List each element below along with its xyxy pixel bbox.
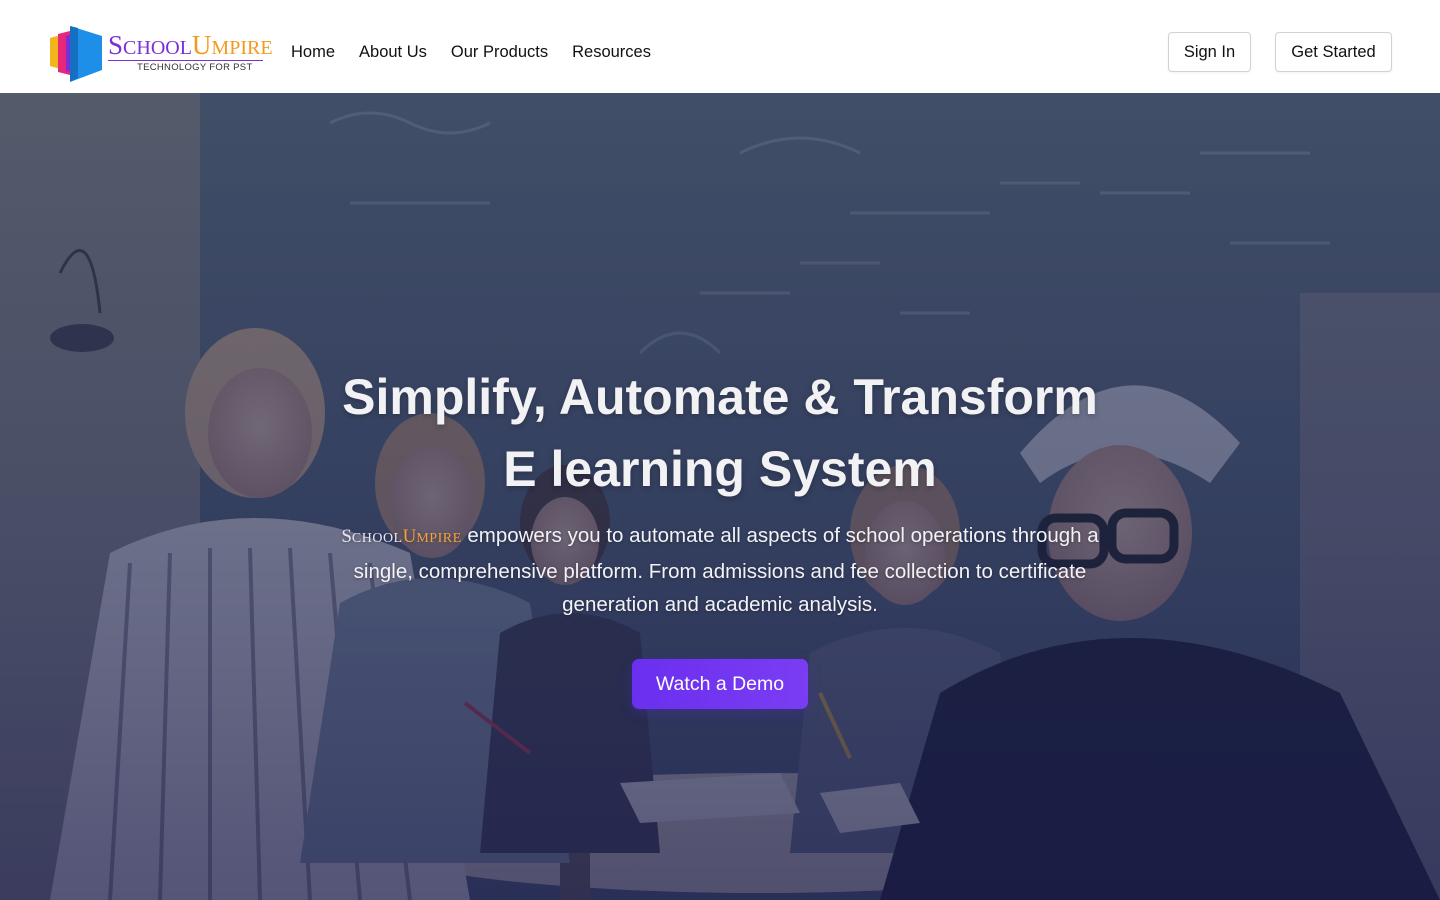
nav-our-products[interactable]: Our Products — [451, 42, 548, 62]
hero-brand-inline: SCHOOLUMPIRE — [341, 526, 462, 547]
logo-mark-icon — [50, 26, 102, 82]
logo-tagline: TECHNOLOGY FOR PST — [137, 62, 253, 73]
site-header: SCHOOLUMPIRE TECHNOLOGY FOR PST Home Abo… — [0, 0, 1440, 93]
logo-underline — [108, 60, 263, 61]
hero-description: SCHOOLUMPIRE empowers you to automate al… — [320, 519, 1120, 621]
watch-demo-button[interactable]: Watch a Demo — [632, 659, 808, 709]
brand-logo[interactable]: SCHOOLUMPIRE TECHNOLOGY FOR PST — [50, 20, 273, 84]
nav-home[interactable]: Home — [291, 42, 335, 62]
hero-description-text: empowers you to automate all aspects of … — [353, 524, 1099, 616]
nav-about-us[interactable]: About Us — [359, 42, 427, 62]
hero-section: Simplify, Automate & Transform E learnin… — [0, 93, 1440, 900]
main-nav: Home About Us Our Products Resources — [291, 42, 675, 62]
nav-resources[interactable]: Resources — [572, 42, 651, 62]
hero-title-line2: E learning System — [503, 441, 937, 497]
get-started-button[interactable]: Get Started — [1275, 32, 1392, 72]
logo-wordmark: SCHOOLUMPIRE — [108, 30, 273, 60]
hero-title-line1: Simplify, Automate & Transform — [342, 369, 1098, 425]
sign-in-button[interactable]: Sign In — [1168, 32, 1251, 72]
hero-title: Simplify, Automate & Transform E learnin… — [0, 361, 1440, 505]
